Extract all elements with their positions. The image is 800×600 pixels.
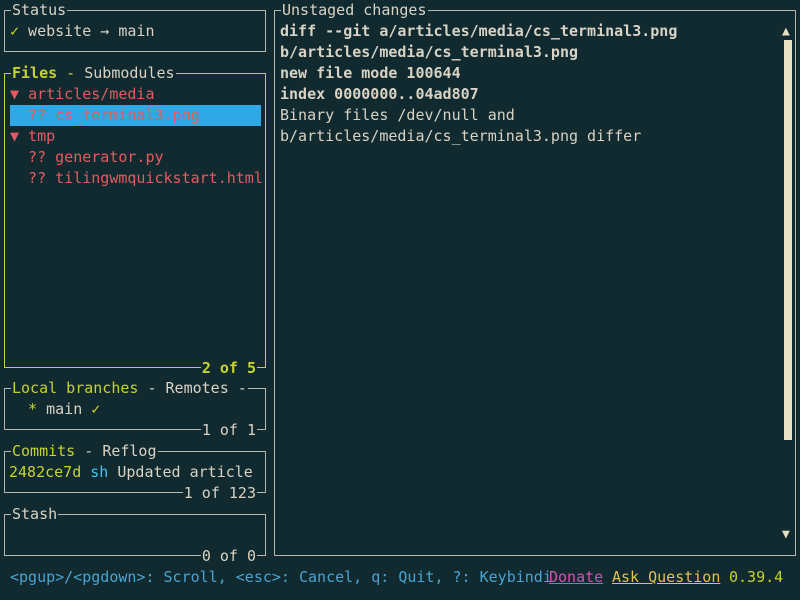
diff-line-header-b: b/articles/media/cs_terminal3.png (280, 43, 579, 61)
tab-local-branches[interactable]: Local branches (12, 379, 138, 397)
files-panel[interactable]: Files - Submodules ▼ articles/media ?? c… (4, 64, 266, 377)
file-tree-dir-articles-media[interactable]: ▼ articles/media (10, 84, 155, 105)
donate-link[interactable]: Donate (549, 567, 603, 588)
diff-line-binary: Binary files /dev/null and (280, 106, 515, 124)
check-icon: ✓ (10, 22, 20, 40)
status-panel[interactable]: Status ✓ website → main (4, 1, 266, 52)
commit-author: sh (81, 463, 109, 481)
file-row-generator[interactable]: ?? generator.py (10, 147, 163, 168)
tab-commits[interactable]: Commits (12, 442, 75, 460)
repo-branch-text: website → main (19, 22, 155, 40)
diff-line-mode: new file mode 100644 (280, 64, 461, 82)
diff-scrollbar[interactable] (784, 40, 792, 440)
branches-panel-title: Local branches - Remotes - (11, 379, 248, 397)
status-line: ✓ website → main (10, 21, 155, 42)
commits-counter: 1 of 123 (182, 484, 257, 502)
diff-line-index: index 0000000..04ad807 (280, 85, 479, 103)
files-panel-title: Files - Submodules (11, 64, 176, 82)
stash-panel[interactable]: Stash 0 of 0 (4, 505, 266, 565)
status-panel-title: Status (11, 1, 68, 19)
chevron-down-icon: ▼ (10, 85, 29, 103)
stash-counter: 0 of 0 (200, 547, 257, 565)
file-tree-dir-tmp[interactable]: ▼ tmp (10, 126, 55, 147)
tab-remotes[interactable]: Remotes (166, 379, 229, 397)
diff-panel[interactable]: Unstaged changes diff --git a/articles/m… (274, 1, 796, 556)
commit-message: Updated article (108, 463, 253, 481)
commits-panel-title: Commits - Reflog (11, 442, 158, 460)
diff-panel-title: Unstaged changes (281, 1, 428, 19)
files-counter: 2 of 5 (200, 359, 257, 377)
branches-counter: 1 of 1 (200, 421, 257, 439)
check-icon: ✓ (82, 400, 101, 418)
file-row-cs-terminal3[interactable]: ?? cs_terminal3.png (10, 105, 261, 126)
diff-line-binary-b: b/articles/media/cs_terminal3.png differ (280, 127, 642, 145)
diff-line-header: diff --git a/articles/media/cs_terminal3… (280, 22, 678, 40)
branches-panel[interactable]: Local branches - Remotes - * main ✓ 1 of… (4, 379, 266, 439)
scroll-up-arrow-icon[interactable]: ▲ (782, 25, 790, 39)
commit-hash: 2482ce7d (9, 463, 82, 481)
commit-row[interactable]: 2482ce7d sh Updated article (9, 462, 253, 483)
file-row-tilingwmquickstart[interactable]: ?? tilingwmquickstart.html (10, 168, 263, 189)
version-label: 0.39.4 (729, 568, 784, 586)
tab-submodules[interactable]: Submodules (84, 64, 174, 82)
stash-panel-title: Stash (11, 505, 59, 523)
tab-reflog[interactable]: Reflog (102, 442, 156, 460)
tab-files[interactable]: Files (12, 64, 57, 82)
chevron-down-icon: ▼ (10, 127, 29, 145)
branch-row-main[interactable]: * main ✓ (10, 399, 100, 420)
keybinding-hint: <pgup>/<pgdown>: Scroll, <esc>: Cancel, … (10, 568, 552, 586)
ask-question-link[interactable]: Ask Question (612, 567, 720, 588)
commits-panel[interactable]: Commits - Reflog 2482ce7d sh Updated art… (4, 442, 266, 502)
scroll-down-arrow-icon[interactable]: ▼ (782, 528, 790, 542)
